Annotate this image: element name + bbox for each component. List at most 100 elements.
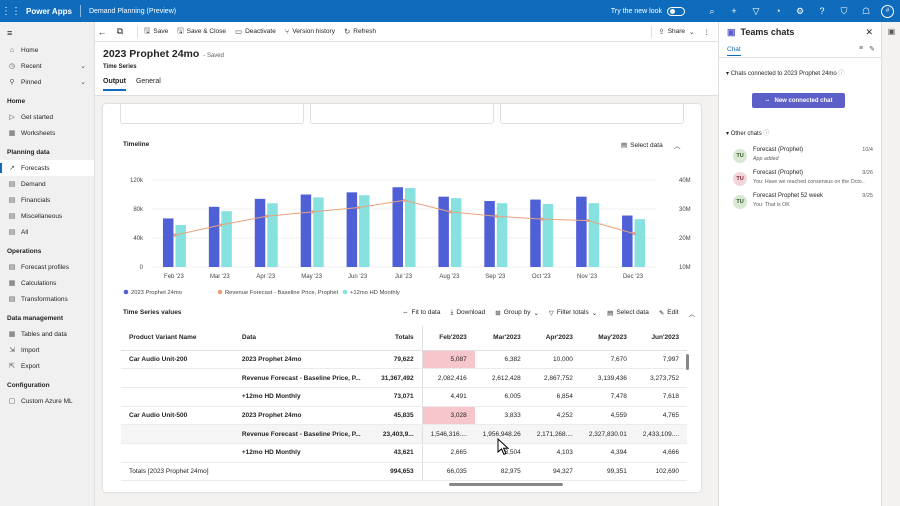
column-header[interactable]: Feb'2023 [421,326,475,351]
teams-icon[interactable]: ☖ [855,6,877,17]
table-cell[interactable]: 6,382 [474,350,529,370]
sidebar-item-transformations[interactable]: ▤ Transformations [0,291,94,307]
hamburger-icon[interactable]: ≡ [0,22,94,42]
sidebar-item-pinned[interactable]: ⚲ Pinned ⌄ [0,74,94,90]
chat-list-item[interactable]: TU Forecast (Prophet) You: Have we reached… [733,170,873,190]
settings-icon[interactable]: ⚙ [789,6,811,17]
sidebar-item-export[interactable]: ⇱ Export [0,358,94,374]
table-cell[interactable]: 1,546,316.... [421,424,475,444]
column-header[interactable]: Apr'2023 [528,326,581,351]
table-cell[interactable]: 23,403,9... [373,424,423,444]
sidebar-item-all[interactable]: ▤ All [0,224,94,240]
table-cell[interactable]: Totals [2023 Prophet 24mo] [121,462,374,482]
app-launcher-icon[interactable]: ⋮⋮ [0,6,22,17]
table-row[interactable]: Car Audio Unit-200 2023 Prophet 24mo 79,62… [121,350,687,370]
table-cell[interactable]: 4,491 [421,387,475,407]
sidebar-item-home[interactable]: ⌂ Home [0,42,94,58]
table-row[interactable]: Revenue Forecast - Baseline Price, P... 2… [121,424,687,444]
sidebar-item-worksheets[interactable]: ▦ Worksheets [0,125,94,141]
refresh-button[interactable]: ↻ Refresh [344,27,376,36]
table-cell[interactable] [121,424,234,444]
close-icon[interactable]: ✕ [865,27,873,38]
sidebar-item-calculations[interactable]: ▦ Calculations [0,275,94,291]
notification-icon[interactable]: ◔ [767,6,789,16]
tab-output[interactable]: Output [103,78,126,91]
table-cell[interactable]: Car Audio Unit-500 [121,406,234,426]
table-cell[interactable]: 6,005 [474,387,529,407]
filter-totals-button[interactable]: ▽ Filter totals ⌄ [549,309,597,317]
add-icon[interactable]: + [723,6,745,16]
save-close-button[interactable]: 🖫 Save & Close [177,25,226,38]
table-cell[interactable] [121,443,234,463]
teams-chat-icon[interactable]: ▣ [885,27,898,40]
sidebar-item-get-started[interactable]: ▷ Get started [0,109,94,125]
table-cell[interactable]: 99,351 [580,462,635,482]
timeline-select-data-button[interactable]: ▤ Select data [621,141,663,150]
table-cell[interactable]: 2,082,416 [421,368,475,388]
edit-button[interactable]: ✎ Edit [659,309,679,317]
table-cell[interactable]: 3,833 [474,406,529,426]
search-icon[interactable]: ⌕ [701,6,723,17]
table-cell[interactable]: +12mo HD Monthly [233,387,374,407]
table-cell[interactable]: 2023 Prophet 24mo [233,350,374,370]
table-cell[interactable]: 3,028 [421,406,475,426]
table-row[interactable]: +12mo HD Monthly 73,071 4,491 6,005 6,854 7,4… [121,387,687,407]
sidebar-item-forecast-profiles[interactable]: ▤ Forecast profiles [0,259,94,275]
table-cell[interactable]: 31,367,492 [373,368,423,388]
help-icon[interactable]: ? [811,6,833,16]
tab-general[interactable]: General [136,78,161,91]
new-connected-chat-button[interactable]: ⇔ New connected chat [752,93,845,108]
table-cell[interactable]: 4,103 [528,443,581,463]
chat-list-item[interactable]: TU Forecast Prophet 52 week You: That is O… [733,193,873,213]
table-cell[interactable]: 79,622 [373,350,423,370]
table-cell[interactable]: 7,997 [634,350,687,370]
compose-icon[interactable]: ✎ [869,45,875,53]
table-cell[interactable]: 3,139,436 [580,368,635,388]
column-header[interactable]: Mar'2023 [474,326,529,351]
new-look-toggle[interactable] [667,6,685,16]
table-cell[interactable]: 4,765 [634,406,687,426]
deactivate-button[interactable]: ▭ Deactivate [235,27,276,36]
download-button[interactable]: ⤓ Download [450,309,485,317]
column-header[interactable]: May'2023 [580,326,635,351]
share-button[interactable]: ⇪ Share ⌄ [658,27,694,36]
connected-chats-header[interactable]: ▾ Chats connected to 2023 Prophet 24mo ⓘ [726,68,844,77]
column-header[interactable]: Jun'2023 [634,326,687,351]
sidebar-item-financials[interactable]: ▤ Financials [0,192,94,208]
table-cell[interactable]: 4,394 [580,443,635,463]
sidebar-item-demand[interactable]: ▤ Demand [0,176,94,192]
other-chats-header[interactable]: ▾ Other chats ⓘ [726,128,769,137]
more-commands-icon[interactable]: ⋮ [704,28,711,36]
fit-to-data-button[interactable]: ⇔ Fit to data [402,309,440,316]
table-cell[interactable]: 82,975 [474,462,529,482]
filter-icon[interactable]: ▽ [745,6,767,17]
table-cell[interactable]: 45,835 [373,406,423,426]
save-button[interactable]: 🖫 Save [144,25,168,38]
table-cell[interactable]: 7,478 [580,387,635,407]
sidebar-item-custom-azure-ml[interactable]: ▢ Custom Azure ML [0,393,94,409]
table-cell[interactable]: 4,559 [580,406,635,426]
shield-icon[interactable]: ⛉ [833,6,855,17]
table-cell[interactable]: +12mo HD Monthly [233,443,374,463]
table-cell[interactable]: 66,035 [421,462,475,482]
table-cell[interactable]: 10,000 [528,350,581,370]
table-cell[interactable]: 2023 Prophet 24mo [233,406,374,426]
column-header[interactable]: Totals [373,326,423,351]
popout-icon[interactable]: ⧉ [113,26,127,37]
vertical-scrollbar[interactable] [686,354,689,370]
column-header[interactable]: Product Variant Name [121,326,234,351]
table-cell[interactable]: 7,618 [634,387,687,407]
table-cell[interactable]: 7,670 [580,350,635,370]
table-cell[interactable]: 4,252 [528,406,581,426]
version-history-button[interactable]: ⑂ Version history [285,27,335,36]
collapse-table-icon[interactable]: ︿ [689,308,696,318]
collapse-timeline-icon[interactable]: ︿ [674,140,681,150]
avatar[interactable]: # [881,4,894,18]
table-row[interactable]: Car Audio Unit-500 2023 Prophet 24mo 45,83… [121,406,687,426]
chat-list-item[interactable]: TU Forecast (Prophet) App added 10/4 [733,147,873,167]
table-cell[interactable]: 2,867,752 [528,368,581,388]
table-cell[interactable]: 94,327 [528,462,581,482]
table-cell[interactable]: Revenue Forecast - Baseline Price, P... [233,424,374,444]
table-cell[interactable]: 2,433,109.... [634,424,687,444]
table-row[interactable]: Totals [2023 Prophet 24mo] 994,653 66,035 8… [121,462,687,482]
